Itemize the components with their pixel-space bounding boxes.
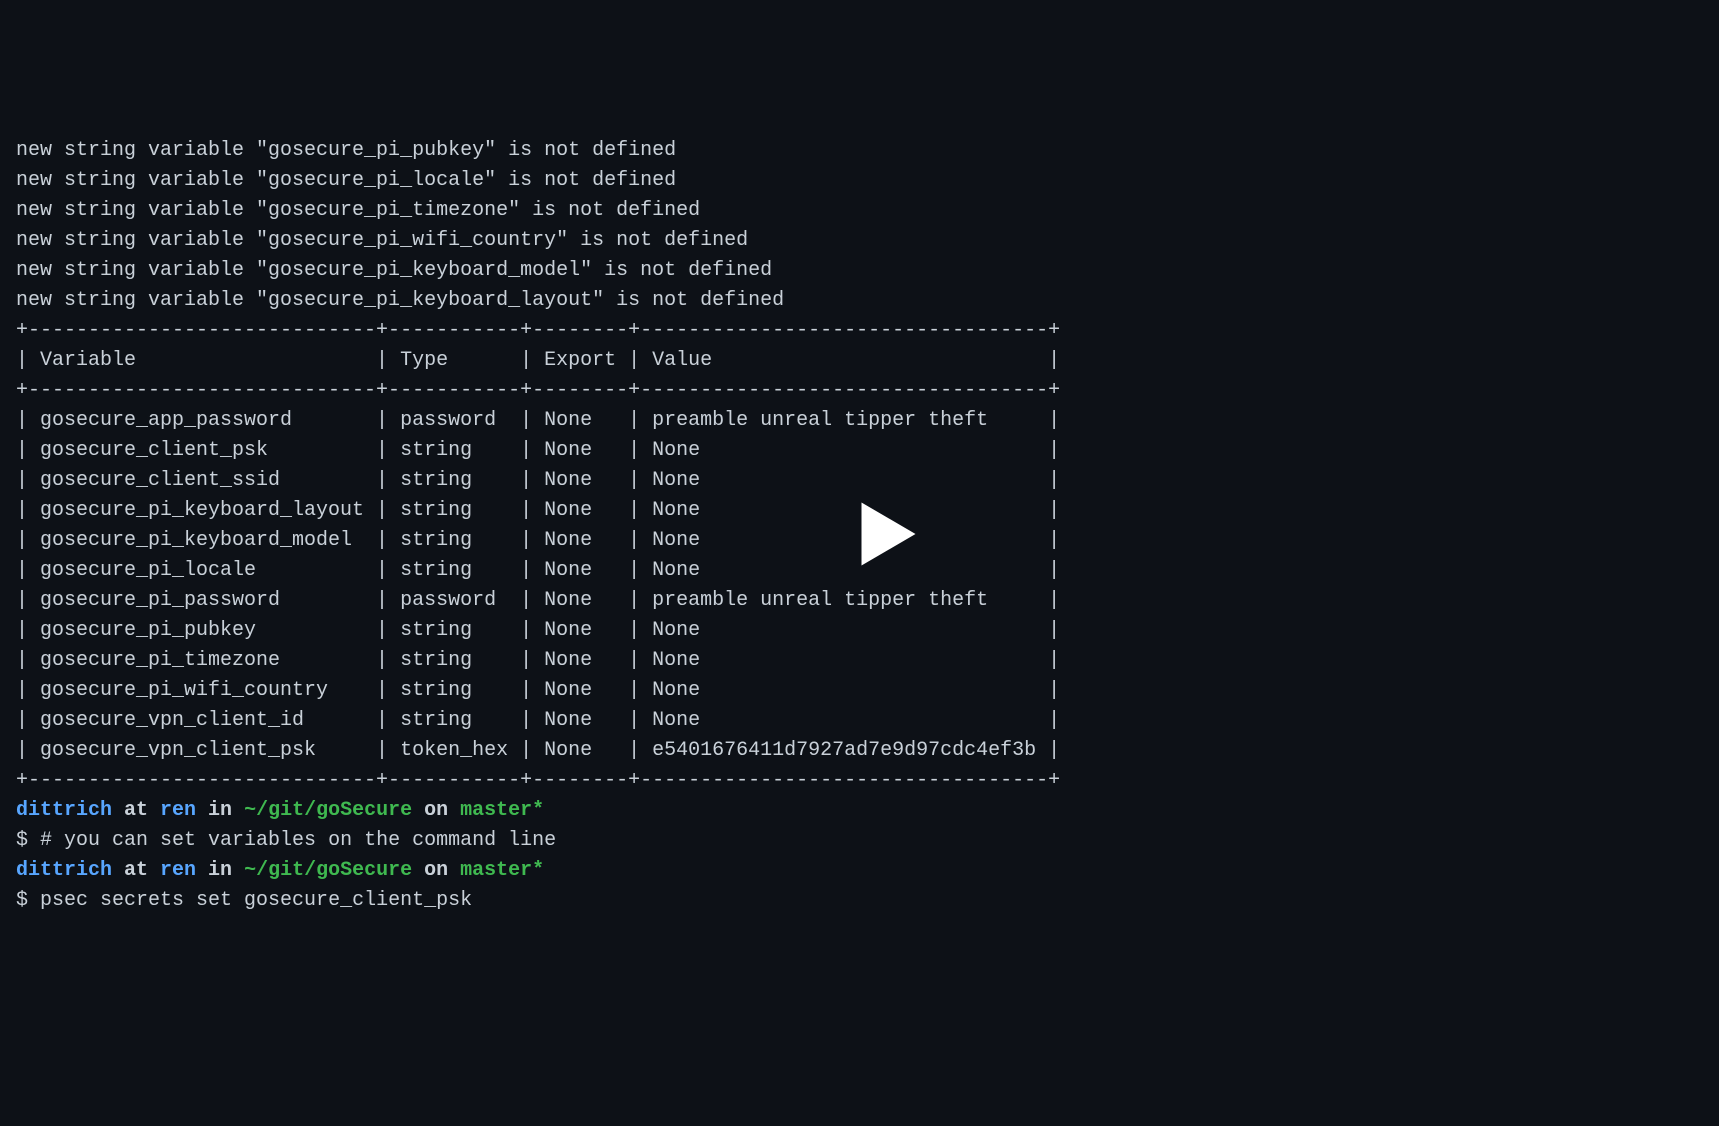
warning-line: new string variable "gosecure_pi_keyboar… <box>16 256 1703 286</box>
warning-line: new string variable "gosecure_pi_locale"… <box>16 166 1703 196</box>
prompt-on: on <box>412 799 460 822</box>
table-border: +-----------------------------+---------… <box>16 316 1703 346</box>
prompt-in: in <box>196 799 244 822</box>
prompt-user: dittrich <box>16 859 112 882</box>
prompt-on: on <box>412 859 460 882</box>
prompt-dollar: $ <box>16 829 40 852</box>
command-text: psec secrets set gosecure_client_psk <box>40 889 472 912</box>
prompt-at: at <box>112 799 160 822</box>
warning-line: new string variable "gosecure_pi_wifi_co… <box>16 226 1703 256</box>
warning-line: new string variable "gosecure_pi_timezon… <box>16 196 1703 226</box>
table-row: | gosecure_vpn_client_psk | token_hex | … <box>16 736 1703 766</box>
prompt-branch: master* <box>460 859 544 882</box>
prompt-line: dittrich at ren in ~/git/goSecure on mas… <box>16 856 1703 886</box>
prompt-dollar: $ <box>16 889 40 912</box>
table-row: | gosecure_vpn_client_id | string | None… <box>16 706 1703 736</box>
play-icon <box>839 489 929 579</box>
table-row: | gosecure_pi_password | password | None… <box>16 586 1703 616</box>
prompt-user: dittrich <box>16 799 112 822</box>
table-row: | gosecure_pi_pubkey | string | None | N… <box>16 616 1703 646</box>
table-row: | gosecure_pi_timezone | string | None |… <box>16 646 1703 676</box>
prompt-branch: master* <box>460 799 544 822</box>
prompt-at: at <box>112 859 160 882</box>
prompt-host: ren <box>160 859 196 882</box>
prompt-line: dittrich at ren in ~/git/goSecure on mas… <box>16 796 1703 826</box>
prompt-host: ren <box>160 799 196 822</box>
command-line[interactable]: $ psec secrets set gosecure_client_psk <box>16 886 1703 916</box>
prompt-path: ~/git/goSecure <box>244 859 412 882</box>
table-border: +-----------------------------+---------… <box>16 376 1703 406</box>
warning-line: new string variable "gosecure_pi_keyboar… <box>16 286 1703 316</box>
table-border: +-----------------------------+---------… <box>16 766 1703 796</box>
warning-line: new string variable "gosecure_pi_pubkey"… <box>16 136 1703 166</box>
table-row: | gosecure_pi_wifi_country | string | No… <box>16 676 1703 706</box>
table-header: | Variable | Type | Export | Value | <box>16 346 1703 376</box>
prompt-in: in <box>196 859 244 882</box>
prompt-path: ~/git/goSecure <box>244 799 412 822</box>
play-button[interactable] <box>815 459 905 549</box>
command-text: # you can set variables on the command l… <box>40 829 556 852</box>
table-row: | gosecure_app_password | password | Non… <box>16 406 1703 436</box>
command-line[interactable]: $ # you can set variables on the command… <box>16 826 1703 856</box>
